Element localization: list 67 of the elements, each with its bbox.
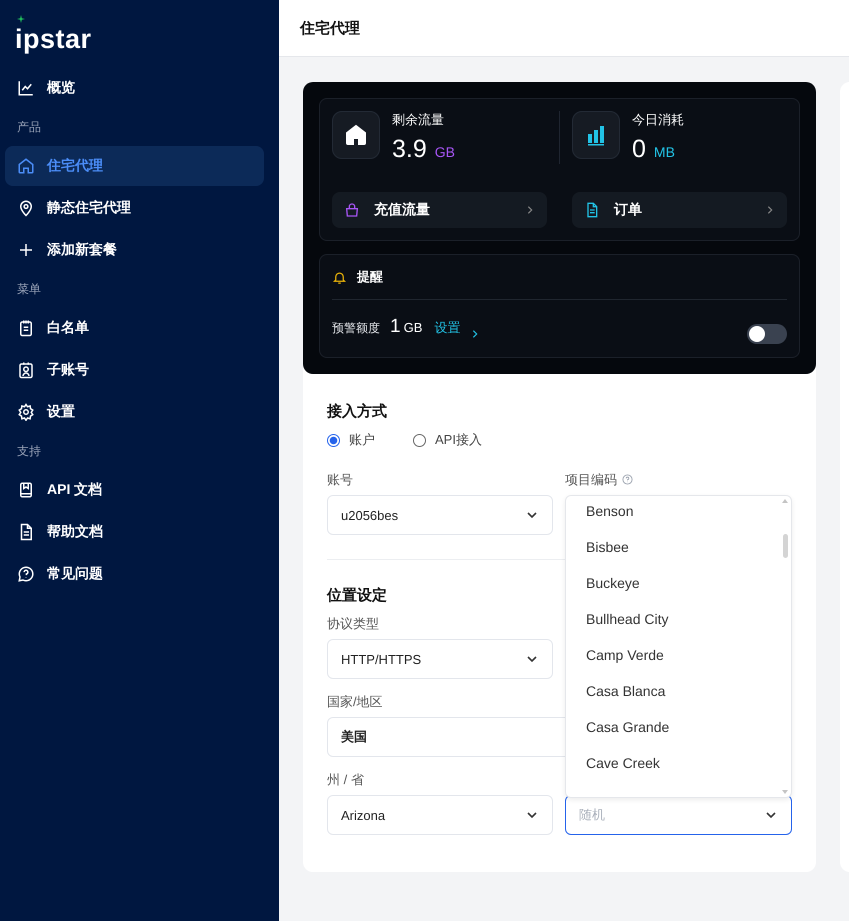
action-button[interactable]: 订单 bbox=[572, 192, 787, 228]
reminder-title: 提醒 bbox=[357, 268, 383, 286]
nav-item[interactable]: 设置 bbox=[5, 392, 264, 432]
nav-item[interactable]: 住宅代理 bbox=[5, 146, 264, 186]
section-title: 接入方式 bbox=[327, 402, 388, 421]
field-label: 账号 bbox=[327, 471, 354, 487]
shopping-bag-icon bbox=[344, 202, 360, 218]
book-icon bbox=[17, 481, 35, 499]
chevron-right-icon bbox=[525, 205, 535, 215]
state-select[interactable]: Arizona bbox=[327, 795, 553, 835]
location-pin-icon bbox=[17, 199, 35, 217]
radio-circle[interactable] bbox=[413, 434, 426, 446]
help-icon bbox=[17, 565, 35, 583]
radio-circle[interactable] bbox=[327, 434, 340, 446]
id-badge-icon bbox=[17, 361, 35, 379]
radio-label: 账户 bbox=[349, 431, 375, 449]
radio-label: API接入 bbox=[435, 431, 482, 449]
plus-icon bbox=[17, 241, 35, 259]
action-button[interactable]: 充值流量 bbox=[332, 192, 547, 228]
dropdown-option[interactable]: Benson bbox=[566, 496, 791, 532]
home-icon bbox=[344, 123, 368, 147]
nav-item[interactable]: API 文档 bbox=[5, 470, 264, 510]
threshold-unit: GB bbox=[404, 320, 422, 335]
dropdown-option[interactable]: Buckeye bbox=[566, 568, 791, 604]
nav-item[interactable]: 子账号 bbox=[5, 350, 264, 390]
nav-item[interactable]: 常见问题 bbox=[5, 554, 264, 594]
alert-threshold-label: 预警额度 bbox=[332, 320, 380, 337]
account-select[interactable]: u2056bes bbox=[327, 495, 553, 535]
radio-option[interactable]: API接入 bbox=[413, 431, 482, 449]
line-chart-icon bbox=[17, 79, 35, 97]
stat-label: 今日消耗 bbox=[632, 111, 684, 129]
dropdown-option[interactable]: Camp Verde bbox=[566, 640, 791, 676]
nav-item[interactable]: 白名单 bbox=[5, 308, 264, 348]
sparkle-icon bbox=[17, 15, 25, 23]
home-icon bbox=[17, 157, 35, 175]
field-label: 州 / 省 bbox=[327, 771, 365, 787]
settings-icon bbox=[17, 403, 35, 421]
page-title: 住宅代理 bbox=[300, 18, 360, 38]
stat-unit: MB bbox=[654, 144, 675, 160]
section-heading: 菜单 bbox=[16, 280, 42, 298]
nav-item[interactable]: 添加新套餐 bbox=[5, 230, 264, 270]
stat-value: 3.9 bbox=[392, 135, 427, 164]
dropdown-option[interactable]: Casa Blanca bbox=[566, 676, 791, 712]
threshold-value: 1 bbox=[390, 316, 401, 338]
field-label: 协议类型 bbox=[327, 615, 380, 631]
dropdown-option[interactable]: Bullhead City bbox=[566, 604, 791, 640]
section-title: 位置设定 bbox=[327, 586, 388, 605]
radio-option[interactable]: 账户 bbox=[327, 431, 375, 449]
settings-link[interactable]: 设置 bbox=[434, 319, 460, 337]
stat-value: 0 bbox=[632, 135, 646, 164]
section-heading: 产品 bbox=[16, 118, 42, 136]
bell-icon bbox=[332, 270, 347, 284]
chevron-right-icon bbox=[765, 205, 775, 215]
field-label: 国家/地区 bbox=[327, 693, 384, 709]
nav-item[interactable]: 概览 bbox=[5, 68, 264, 108]
field-label: 项目编码 bbox=[565, 471, 617, 487]
section-heading: 支持 bbox=[16, 442, 42, 460]
scrollbar-thumb[interactable] bbox=[782, 534, 788, 558]
dropdown-option[interactable]: Bisbee bbox=[566, 532, 791, 568]
protocol-select[interactable]: HTTP/HTTPS bbox=[327, 639, 553, 679]
clipboard-icon bbox=[17, 319, 35, 337]
stat-label: 剩余流量 bbox=[392, 111, 445, 129]
help-icon bbox=[622, 474, 633, 484]
toggle-switch[interactable] bbox=[747, 324, 787, 344]
stat-unit: GB bbox=[434, 144, 455, 160]
nav-item[interactable]: 静态住宅代理 bbox=[5, 188, 264, 228]
nav-item[interactable]: 帮助文档 bbox=[5, 512, 264, 552]
